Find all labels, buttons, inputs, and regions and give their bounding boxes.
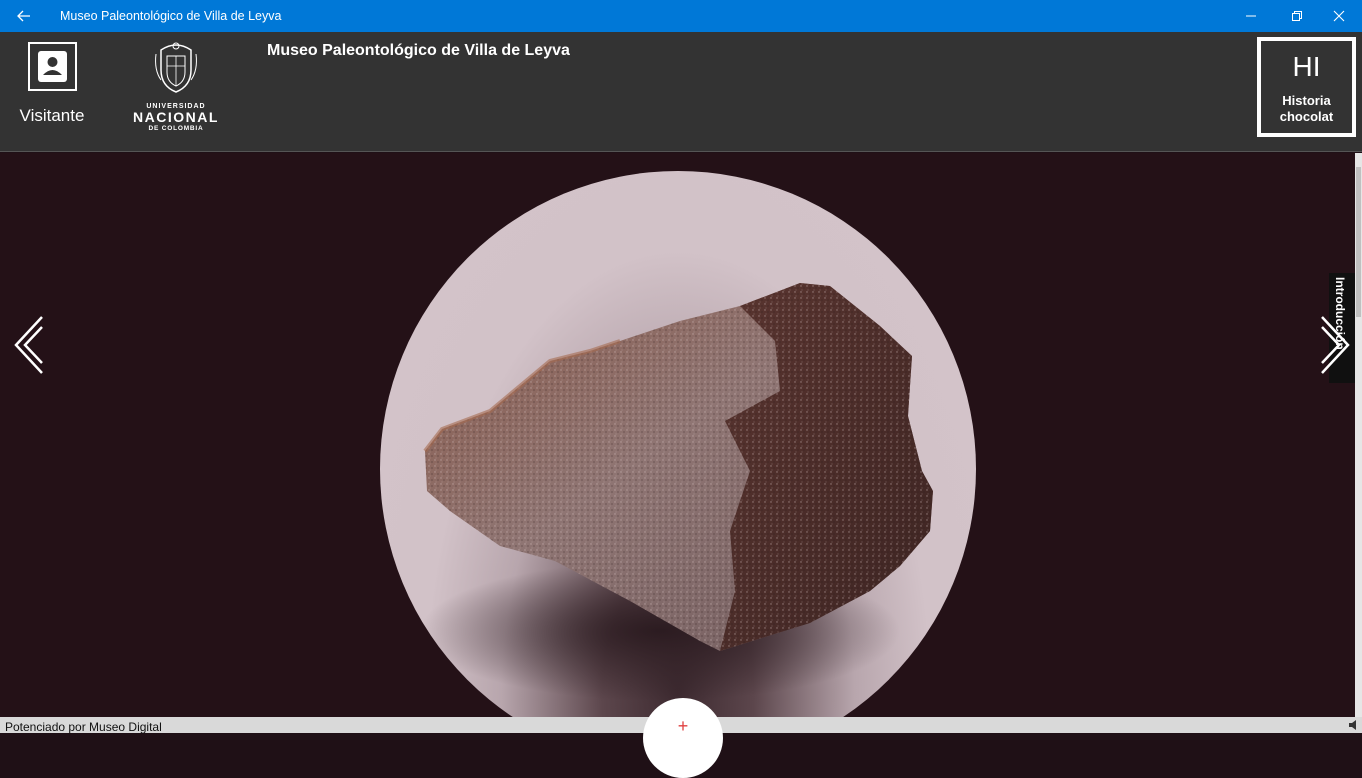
next-button[interactable] [1318,313,1354,377]
user-icon [38,51,67,82]
visitor-button[interactable] [28,42,77,91]
back-button[interactable] [0,0,48,32]
logo-line-3: DE COLOMBIA [148,125,204,132]
powered-by-text: Potenciado por Museo Digital [5,720,162,734]
university-logo: UNIVERSIDAD NACIONAL DE COLOMBIA [130,40,222,140]
exhibit-area: Introducción [0,153,1362,733]
app-header: Visitante UNIVERSIDAD NACIONAL DE COLOMB… [0,32,1362,152]
arrow-left-icon [17,10,30,22]
close-button[interactable] [1316,0,1362,32]
window-title: Museo Paleontológico de Villa de Leyva [60,9,282,23]
plus-icon: + [677,716,689,736]
historia-tile-button[interactable]: HI Historia chocolat [1257,37,1356,137]
visitor-label: Visitante [19,106,85,125]
chevron-double-left-icon [14,316,43,374]
tile-initials: HI [1292,51,1321,82]
exhibit-circle [380,171,976,733]
restore-icon [1292,11,1302,21]
logo-line-2: NACIONAL [133,109,219,125]
museum-name: Museo Paleontológico de Villa de Leyva [267,42,570,59]
minimize-icon [1246,15,1256,17]
rock-specimen-image [420,283,933,701]
speaker-button[interactable] [1347,718,1361,732]
restore-button[interactable] [1274,0,1320,32]
chevron-double-right-icon [1321,316,1350,374]
prev-button[interactable] [10,313,46,377]
title-bar: Museo Paleontológico de Villa de Leyva [0,0,1362,32]
tile-label: Historia chocolat [1279,93,1334,124]
minimize-button[interactable] [1228,0,1274,32]
close-icon [1333,10,1345,22]
scrollbar-thumb[interactable] [1356,167,1361,317]
vertical-scrollbar[interactable] [1355,153,1362,718]
add-button[interactable]: + [643,698,723,778]
coat-of-arms-icon [155,42,197,93]
speaker-icon [1349,720,1356,730]
